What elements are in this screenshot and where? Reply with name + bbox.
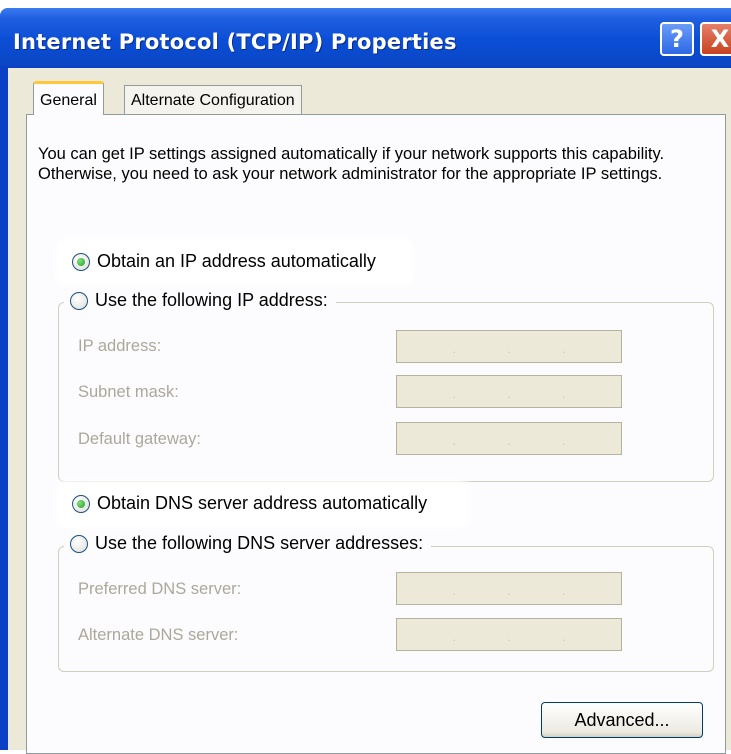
subnet-mask-input[interactable]: ... bbox=[396, 375, 622, 408]
ip-address-label: IP address: bbox=[78, 337, 162, 355]
advanced-button[interactable]: Advanced... bbox=[541, 702, 703, 738]
radio-use-following-dns[interactable]: Use the following DNS server addresses: bbox=[64, 533, 432, 554]
radio-label: Obtain an IP address automatically bbox=[97, 251, 376, 271]
close-button[interactable]: X bbox=[700, 22, 731, 56]
dialog-client-area: General Alternate Configuration You can … bbox=[8, 68, 731, 754]
help-icon: ? bbox=[670, 25, 684, 53]
dialog-window: Internet Protocol (TCP/IP) Properties ? … bbox=[0, 8, 731, 754]
window-title: Internet Protocol (TCP/IP) Properties bbox=[13, 30, 457, 54]
radio-unchecked-icon bbox=[70, 534, 88, 553]
dns-group-box bbox=[58, 546, 714, 672]
help-button[interactable]: ? bbox=[660, 22, 694, 56]
radio-checked-icon bbox=[72, 252, 90, 271]
radio-checked-icon bbox=[72, 494, 90, 513]
radio-label: Use the following DNS server addresses: bbox=[95, 533, 424, 553]
alternate-dns-label: Alternate DNS server: bbox=[78, 626, 239, 644]
default-gateway-input[interactable]: ... bbox=[396, 422, 622, 455]
tab-alternate-configuration[interactable]: Alternate Configuration bbox=[124, 85, 302, 115]
preferred-dns-input[interactable]: ... bbox=[396, 572, 622, 605]
preferred-dns-label: Preferred DNS server: bbox=[78, 580, 242, 598]
radio-use-following-ip[interactable]: Use the following IP address: bbox=[64, 290, 336, 311]
radio-label: Obtain DNS server address automatically bbox=[97, 493, 428, 513]
description-text: You can get IP settings assigned automat… bbox=[38, 145, 665, 183]
radio-obtain-ip-auto[interactable]: Obtain an IP address automatically bbox=[72, 251, 376, 272]
tab-general[interactable]: General bbox=[33, 81, 104, 115]
subnet-mask-label: Subnet mask: bbox=[78, 383, 179, 401]
default-gateway-label: Default gateway: bbox=[78, 430, 201, 448]
close-icon: X bbox=[710, 25, 730, 53]
radio-obtain-dns-auto[interactable]: Obtain DNS server address automatically bbox=[72, 493, 427, 514]
title-bar[interactable]: Internet Protocol (TCP/IP) Properties ? … bbox=[0, 8, 731, 66]
ip-address-input[interactable]: ... bbox=[396, 330, 622, 363]
radio-unchecked-icon bbox=[70, 291, 88, 310]
alternate-dns-input[interactable]: ... bbox=[396, 618, 622, 651]
radio-label: Use the following IP address: bbox=[95, 290, 328, 310]
